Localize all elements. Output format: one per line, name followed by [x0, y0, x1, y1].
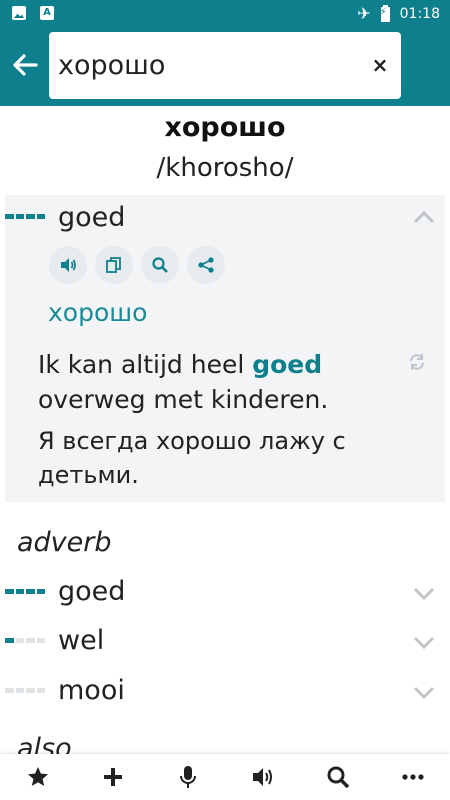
part-of-speech-label: adverb [17, 527, 112, 558]
chevron-down-icon[interactable] [410, 681, 438, 706]
pronounce-button[interactable] [243, 757, 283, 797]
refresh-icon[interactable] [406, 352, 428, 374]
copy-button[interactable] [95, 246, 133, 284]
frequency-segment [15, 214, 24, 219]
status-bar: A ✈ 01:18 [0, 0, 450, 30]
example-highlight: goed [252, 350, 323, 379]
speak-button[interactable] [49, 246, 87, 284]
plus-icon [103, 768, 122, 786]
search-input[interactable] [58, 48, 358, 82]
translation-row-word[interactable]: wel [58, 625, 104, 656]
favorites-button[interactable] [18, 757, 58, 797]
microphone-icon [179, 766, 196, 788]
add-button[interactable] [93, 757, 133, 797]
frequency-segment [36, 589, 45, 594]
translation-row-word[interactable]: goed [58, 576, 125, 607]
frequency-indicator [5, 214, 45, 219]
frequency-segment [26, 688, 35, 693]
frequency-segment [36, 214, 45, 219]
search-icon [152, 257, 168, 273]
star-icon [27, 767, 48, 786]
battery-charging-icon [380, 4, 390, 22]
app-bar: × [0, 30, 450, 106]
transliteration: хорошо [48, 298, 148, 327]
transcription: /khorosho/ [156, 153, 294, 183]
translation-word[interactable]: goed [58, 202, 125, 233]
frequency-indicator [5, 589, 45, 594]
frequency-segment [5, 688, 14, 693]
search-icon [327, 766, 349, 789]
frequency-segment [36, 638, 45, 643]
a-icon: A [40, 6, 54, 20]
share-button[interactable] [187, 246, 225, 284]
headword: хорошо [164, 112, 286, 143]
clear-button[interactable]: × [369, 52, 391, 78]
search-box: × [49, 32, 401, 99]
voice-input-button[interactable] [168, 757, 208, 797]
translation-row-word[interactable]: mooi [58, 675, 125, 706]
speaker-icon [252, 768, 272, 786]
frequency-segment [26, 589, 35, 594]
frequency-segment [5, 638, 14, 643]
frequency-segment [15, 688, 24, 693]
more-icon [401, 774, 424, 780]
share-icon [198, 257, 214, 273]
example-sentence-dutch: Ik kan altijd heel goed overweg met kind… [38, 350, 329, 414]
frequency-segment [15, 589, 24, 594]
chevron-down-icon[interactable] [410, 582, 438, 607]
image-icon [12, 6, 26, 20]
frequency-segment [5, 589, 14, 594]
copy-icon [106, 257, 121, 273]
example-sentence-russian: Я всегда хорошо лажу с детьми. [38, 427, 346, 489]
speaker-icon [61, 258, 76, 272]
frequency-indicator [5, 638, 45, 643]
search-translation-button[interactable] [141, 246, 179, 284]
back-button[interactable] [8, 48, 42, 82]
bottom-toolbar [0, 754, 450, 800]
frequency-segment [5, 214, 14, 219]
airplane-icon: ✈ [357, 4, 371, 23]
frequency-segment [26, 214, 35, 219]
chevron-up-icon[interactable] [410, 205, 438, 230]
frequency-segment [26, 638, 35, 643]
frequency-indicator [5, 688, 45, 693]
arrow-left-icon [13, 54, 38, 76]
status-time: 01:18 [399, 6, 440, 22]
frequency-segment [15, 638, 24, 643]
more-button[interactable] [393, 757, 433, 797]
frequency-segment [36, 688, 45, 693]
chevron-down-icon[interactable] [410, 631, 438, 656]
search-button[interactable] [318, 757, 358, 797]
close-icon: × [371, 53, 389, 77]
